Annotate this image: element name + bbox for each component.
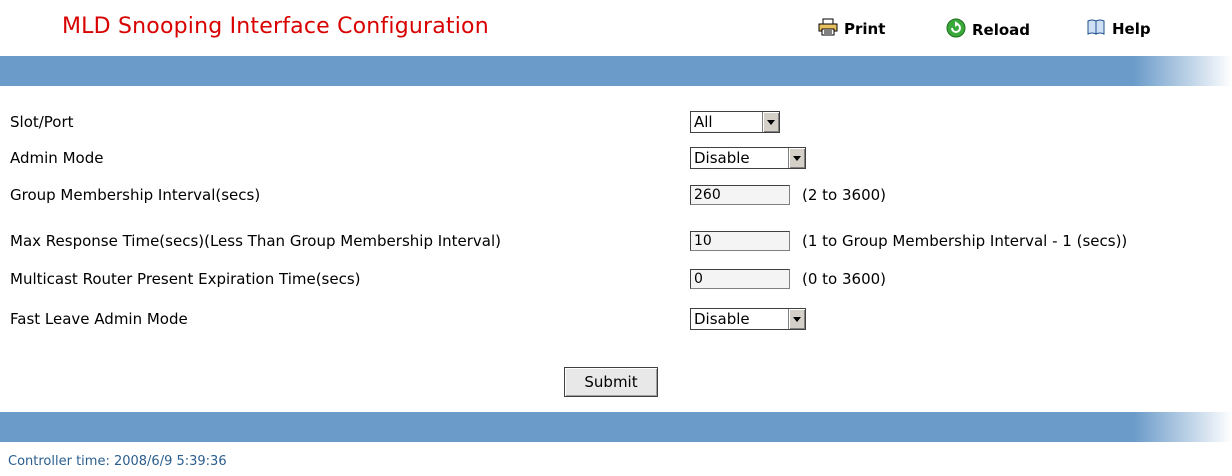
mcast-router-expiration-hint: (0 to 3600) <box>802 270 887 288</box>
fast-leave-admin-mode-label: Fast Leave Admin Mode <box>10 310 188 328</box>
mcast-router-expiration-label: Multicast Router Present Expiration Time… <box>10 270 361 288</box>
print-link[interactable]: Print <box>818 18 885 40</box>
admin-mode-value: Disable <box>694 149 750 167</box>
mcast-router-expiration-field-wrap: (0 to 3600) <box>690 267 886 291</box>
header: MLD Snooping Interface Configuration Pri… <box>0 0 1232 56</box>
fast-leave-admin-mode-value: Disable <box>694 310 750 328</box>
chevron-down-icon <box>762 112 779 132</box>
admin-mode-label: Admin Mode <box>10 149 104 167</box>
max-response-time-input[interactable] <box>690 231 790 251</box>
slot-port-select[interactable]: All <box>690 110 780 134</box>
help-book-icon <box>1086 18 1106 40</box>
chevron-down-icon <box>788 148 805 168</box>
header-bar <box>0 56 1232 86</box>
reload-link[interactable]: Reload <box>946 18 1030 42</box>
controller-time: Controller time: 2008/6/9 5:39:36 <box>8 454 227 469</box>
max-response-time-field-wrap: (1 to Group Membership Interval - 1 (sec… <box>690 229 1127 253</box>
printer-icon <box>818 18 838 40</box>
reload-label: Reload <box>972 21 1031 39</box>
reload-icon <box>946 18 966 42</box>
max-response-time-hint: (1 to Group Membership Interval - 1 (sec… <box>802 232 1128 250</box>
max-response-time-label: Max Response Time(secs)(Less Than Group … <box>10 232 502 250</box>
group-membership-interval-input[interactable] <box>690 185 790 205</box>
group-membership-interval-field-wrap: (2 to 3600) <box>690 183 886 207</box>
help-link[interactable]: Help <box>1086 18 1151 40</box>
page-title: MLD Snooping Interface Configuration <box>62 14 489 39</box>
group-membership-interval-label: Group Membership Interval(secs) <box>10 186 261 204</box>
help-label: Help <box>1112 20 1151 38</box>
chevron-down-icon <box>788 309 805 329</box>
submit-button[interactable]: Submit <box>564 367 658 397</box>
admin-mode-select[interactable]: Disable <box>690 146 806 170</box>
print-label: Print <box>844 20 886 38</box>
footer-bar <box>0 412 1232 442</box>
slot-port-value: All <box>694 113 713 131</box>
mcast-router-expiration-input[interactable] <box>690 269 790 289</box>
slot-port-label: Slot/Port <box>10 113 74 131</box>
fast-leave-admin-mode-select[interactable]: Disable <box>690 307 806 331</box>
group-membership-interval-hint: (2 to 3600) <box>802 186 887 204</box>
